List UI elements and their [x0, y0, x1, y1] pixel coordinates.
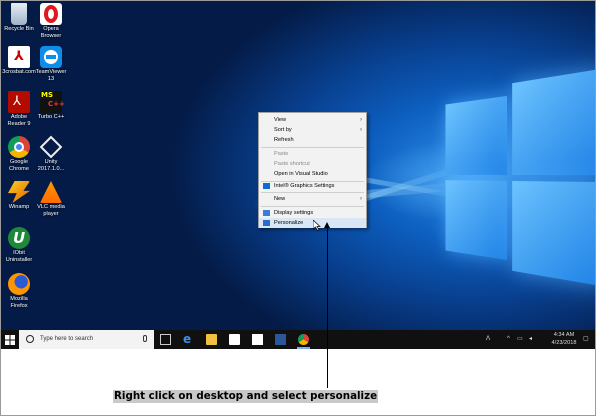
annotation-arrow-line	[327, 226, 328, 388]
teamviewer-icon	[40, 46, 62, 68]
menu-separator	[261, 192, 364, 193]
word-icon[interactable]	[275, 334, 286, 345]
mouse-cursor-icon	[313, 220, 321, 231]
recycle-bin-icon	[11, 3, 27, 25]
cortana-icon	[26, 335, 34, 343]
microphone-icon[interactable]	[143, 335, 147, 342]
chrome-taskbar-icon[interactable]	[298, 334, 309, 345]
taskbar: Type here to search e ᐱ ^ ▭ ◂ 4:34 AM 4/…	[1, 330, 595, 349]
desktop-icon-teamviewer[interactable]: TeamViewer 13	[33, 46, 69, 82]
chrome-icon	[8, 136, 30, 158]
instruction-caption: Right click on desktop and select person…	[113, 390, 379, 403]
adobe-reader-icon: ⅄	[8, 91, 30, 113]
desktop-icon-recycle-bin[interactable]: Recycle Bin	[1, 3, 37, 33]
menu-item-paste-shortcut[interactable]: Paste shortcut	[259, 159, 366, 169]
windows-start-icon[interactable]	[5, 335, 15, 345]
vlc-icon	[40, 181, 62, 203]
display-icon	[263, 210, 270, 216]
unity-icon	[39, 135, 63, 159]
desktop-icon-opera[interactable]: Opera Browser	[33, 3, 69, 39]
desktop-icon-turbo-cpp[interactable]: MS C++ Turbo C++	[33, 91, 69, 121]
opera-icon	[40, 3, 62, 25]
turbo-cpp-icon: MS C++	[40, 91, 65, 113]
active-indicator	[297, 347, 310, 349]
menu-item-refresh[interactable]: Refresh	[259, 135, 366, 145]
desktop-icon-firefox[interactable]: Mozilla Firefox	[1, 273, 37, 309]
menu-item-intel-graphics[interactable]: Intel® Graphics Settings	[259, 181, 366, 191]
desktop-icon-chrome[interactable]: Google Chrome	[1, 136, 37, 172]
taskbar-search-box[interactable]: Type here to search	[19, 330, 154, 349]
menu-item-new[interactable]: New ›	[259, 194, 366, 204]
desktop-icon-iobit[interactable]: U IObit Uninstaller	[1, 227, 37, 263]
desktop-icon-winamp[interactable]: Winamp	[1, 181, 37, 211]
menu-item-sort-by[interactable]: Sort by ›	[259, 125, 366, 135]
iobit-icon: U	[8, 227, 30, 249]
pdf-icon: ⅄	[8, 46, 30, 68]
desktop-icon-vlc[interactable]: VLC media player	[33, 181, 69, 217]
menu-separator	[261, 206, 364, 207]
windows-logo	[445, 64, 595, 287]
network-icon[interactable]: ▭	[517, 330, 523, 349]
desktop-icon-pdf[interactable]: ⅄ 3crosbat.com	[1, 46, 37, 76]
menu-item-view[interactable]: View ›	[259, 115, 366, 125]
desktop-context-menu: View › Sort by › Refresh Paste Paste short…	[258, 112, 367, 228]
action-center-icon[interactable]: ▢	[583, 330, 589, 349]
submenu-arrow-icon: ›	[360, 127, 362, 133]
submenu-arrow-icon: ›	[360, 117, 362, 123]
desktop-icon-adobe-reader[interactable]: ⅄ Adobe Reader 9	[1, 91, 37, 127]
show-hidden-icons[interactable]: ^	[507, 330, 510, 349]
intel-icon	[263, 183, 270, 189]
taskbar-clock[interactable]: 4:34 AM 4/23/2018	[549, 331, 579, 347]
submenu-arrow-icon: ›	[360, 196, 362, 202]
volume-icon[interactable]: ◂	[529, 330, 532, 349]
winamp-icon	[8, 181, 30, 203]
desktop[interactable]: Recycle Bin Opera Browser ⅄ 3crosbat.com…	[1, 1, 595, 330]
firefox-icon	[8, 273, 30, 295]
file-explorer-icon[interactable]	[206, 334, 217, 345]
task-view-icon[interactable]	[160, 334, 171, 345]
menu-item-paste[interactable]: Paste	[259, 149, 366, 159]
personalize-icon	[263, 220, 270, 226]
mail-icon[interactable]	[252, 334, 263, 345]
menu-separator	[261, 147, 364, 148]
desktop-icon-unity[interactable]: Unity 2017.1.0...	[33, 135, 69, 172]
people-icon[interactable]: ᐱ	[486, 330, 490, 349]
edge-icon[interactable]: e	[183, 333, 194, 345]
store-icon[interactable]	[229, 334, 240, 345]
menu-item-display-settings[interactable]: Display settings	[259, 208, 366, 218]
menu-item-open-visual-studio[interactable]: Open in Visual Studio	[259, 169, 366, 179]
